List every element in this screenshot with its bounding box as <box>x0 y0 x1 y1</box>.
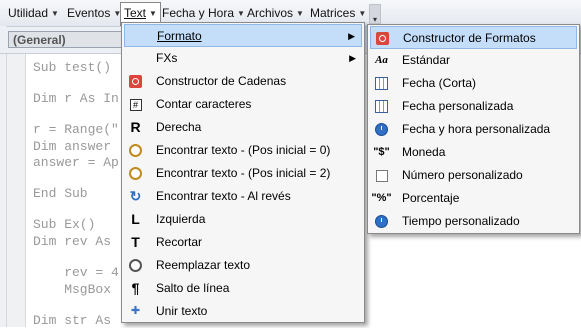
menu-item-label: Unir texto <box>156 304 208 318</box>
menu-item-label: Constructor de Formatos <box>403 31 536 45</box>
menu-item-label: Constructor de Cadenas <box>156 74 287 88</box>
menu-item-salto-de-linea[interactable]: ¶ Salto de línea <box>124 277 362 300</box>
code-line: answer = Ap <box>33 155 119 170</box>
menu-eventos-label: Eventos <box>67 6 111 20</box>
letter-r-icon: R <box>130 119 141 135</box>
menu-utilidad-label: Utilidad <box>8 6 49 20</box>
object-select[interactable]: (General) <box>8 31 126 48</box>
magnifier-icon <box>128 166 143 181</box>
submenu-arrow-icon: ▶ <box>349 53 356 63</box>
menu-fecha-y-hora[interactable]: Fecha y Hora ▼ <box>162 3 245 23</box>
menu-item-label: Número personalizado <box>402 168 523 182</box>
chevron-down-icon: ▼ <box>296 8 304 18</box>
red-gear-icon <box>128 74 143 89</box>
menu-item-label: Salto de línea <box>156 281 230 295</box>
code-line: Dim answer <box>33 139 112 154</box>
clock-icon <box>374 122 389 137</box>
menu-item-contar-caracteres[interactable]: # Contar caracteres <box>124 93 362 116</box>
code-line: MsgBox <box>33 282 112 297</box>
submenu-item-tiempo-personalizado[interactable]: Tiempo personalizado <box>370 210 577 233</box>
menu-item-label: Izquierda <box>156 212 206 226</box>
calendar-icon <box>374 99 389 114</box>
chevron-down-icon: ▼ <box>358 8 367 18</box>
menu-item-label: Encontrar texto - (Pos inicial = 0) <box>156 143 331 157</box>
submenu-item-estandar[interactable]: Aa Estándar <box>370 49 577 72</box>
code-line: Dim str As <box>33 313 112 328</box>
menu-item-unir-texto[interactable]: ✚ Unir texto <box>124 300 362 323</box>
submenu-item-constructor-de-formatos[interactable]: Constructor de Formatos <box>370 26 577 49</box>
menu-archivos[interactable]: Archivos ▼ <box>247 3 304 23</box>
menu-eventos[interactable]: Eventos ▼ <box>67 3 121 23</box>
replace-icon <box>128 258 143 273</box>
letter-t-icon: T <box>131 234 140 250</box>
menu-item-label: Contar caracteres <box>156 97 252 111</box>
menu-item-recortar[interactable]: T Recortar <box>124 231 362 254</box>
chevron-down-icon: ▼ <box>51 8 59 18</box>
menu-item-reemplazar-texto[interactable]: Reemplazar texto <box>124 254 362 277</box>
menu-item-encontrar-texto-2[interactable]: Encontrar texto - (Pos inicial = 2) <box>124 162 362 185</box>
menu-item-label: Recortar <box>156 235 203 249</box>
menu-item-fxs[interactable]: FXs ▶ <box>124 47 362 70</box>
pilcrow-icon: ¶ <box>131 280 140 296</box>
menu-text-label: Text <box>124 6 147 20</box>
menu-item-encontrar-texto-0[interactable]: Encontrar texto - (Pos inicial = 0) <box>124 139 362 162</box>
magnifier-icon <box>128 143 143 158</box>
code-line: Dim rev As <box>33 234 112 249</box>
toolbar-overflow-button[interactable]: ▾ <box>369 4 381 24</box>
menu-item-formato[interactable]: Formato ▶ <box>124 24 362 47</box>
menu-matrices-label: Matrices <box>310 6 356 20</box>
calendar-icon <box>374 76 389 91</box>
menu-item-izquierda[interactable]: L Izquierda <box>124 208 362 231</box>
menu-item-derecha[interactable]: R Derecha <box>124 116 362 139</box>
submenu-item-numero-personalizado[interactable]: Número personalizado <box>370 164 577 187</box>
menu-item-label: Moneda <box>402 145 446 159</box>
menu-fecha-y-hora-label: Fecha y Hora <box>162 6 235 20</box>
menu-item-label: Encontrar texto - (Pos inicial = 2) <box>156 166 331 180</box>
menu-item-label: Estándar <box>402 53 451 67</box>
chevron-down-icon: ▼ <box>237 8 245 18</box>
submenu-item-fecha-corta[interactable]: Fecha (Corta) <box>370 72 577 95</box>
menu-item-label: Encontrar texto - Al revés <box>156 189 291 203</box>
menu-archivos-label: Archivos <box>247 6 294 20</box>
submenu-item-porcentaje[interactable]: "%" Porcentaje <box>370 187 577 210</box>
submenu-item-moneda[interactable]: "$" Moneda <box>370 141 577 164</box>
code-line: rev = 4 <box>33 265 119 280</box>
chevron-down-icon: ▼ <box>149 8 157 18</box>
menu-item-label: Porcentaje <box>402 191 460 205</box>
code-line: Sub Ex() <box>33 217 96 232</box>
menu-item-label: Derecha <box>156 120 202 134</box>
menu-utilidad[interactable]: Utilidad ▼ <box>8 3 59 23</box>
menu-item-constructor-de-cadenas[interactable]: Constructor de Cadenas <box>124 70 362 93</box>
submenu-item-fecha-y-hora-personalizada[interactable]: Fecha y hora personalizada <box>370 118 577 141</box>
menu-item-label: Fecha y hora personalizada <box>402 122 551 136</box>
submenu-item-fecha-personalizada[interactable]: Fecha personalizada <box>370 95 577 118</box>
number-icon <box>374 168 389 183</box>
font-aa-icon: Aa <box>375 54 388 66</box>
code-line: r = Range(" <box>33 122 119 137</box>
count-icon: # <box>128 97 143 112</box>
red-gear-icon <box>375 31 390 46</box>
code-line: End Sub <box>33 186 88 201</box>
menu-item-label: Formato <box>157 29 202 43</box>
menu-item-label: FXs <box>156 51 178 65</box>
menu-item-label: Tiempo personalizado <box>402 214 520 228</box>
submenu-arrow-icon: ▶ <box>348 31 355 41</box>
code-line: Dim r As In <box>33 91 119 106</box>
currency-icon: "$" <box>373 146 390 158</box>
menu-item-label: Reemplazar texto <box>156 258 251 272</box>
reverse-arrow-icon: ↻ <box>129 188 142 204</box>
menu-item-label: Fecha (Corta) <box>402 76 477 90</box>
formato-submenu: Constructor de Formatos Aa Estándar Fech… <box>367 24 580 234</box>
editor-gutter <box>7 54 26 327</box>
menu-item-encontrar-texto-al-reves[interactable]: ↻ Encontrar texto - Al revés <box>124 185 362 208</box>
menu-item-label: Fecha personalizada <box>402 99 514 113</box>
plus-icon: ✚ <box>130 305 141 317</box>
percent-icon: "%" <box>371 192 392 204</box>
menu-matrices[interactable]: Matrices ▼ <box>310 3 366 23</box>
clock-icon <box>374 214 389 229</box>
code-line: Sub test() <box>33 60 112 75</box>
letter-l-icon: L <box>131 211 140 227</box>
editor-left-border <box>0 26 7 327</box>
text-menu: Formato ▶ FXs ▶ Constructor de Cadenas #… <box>121 22 365 323</box>
